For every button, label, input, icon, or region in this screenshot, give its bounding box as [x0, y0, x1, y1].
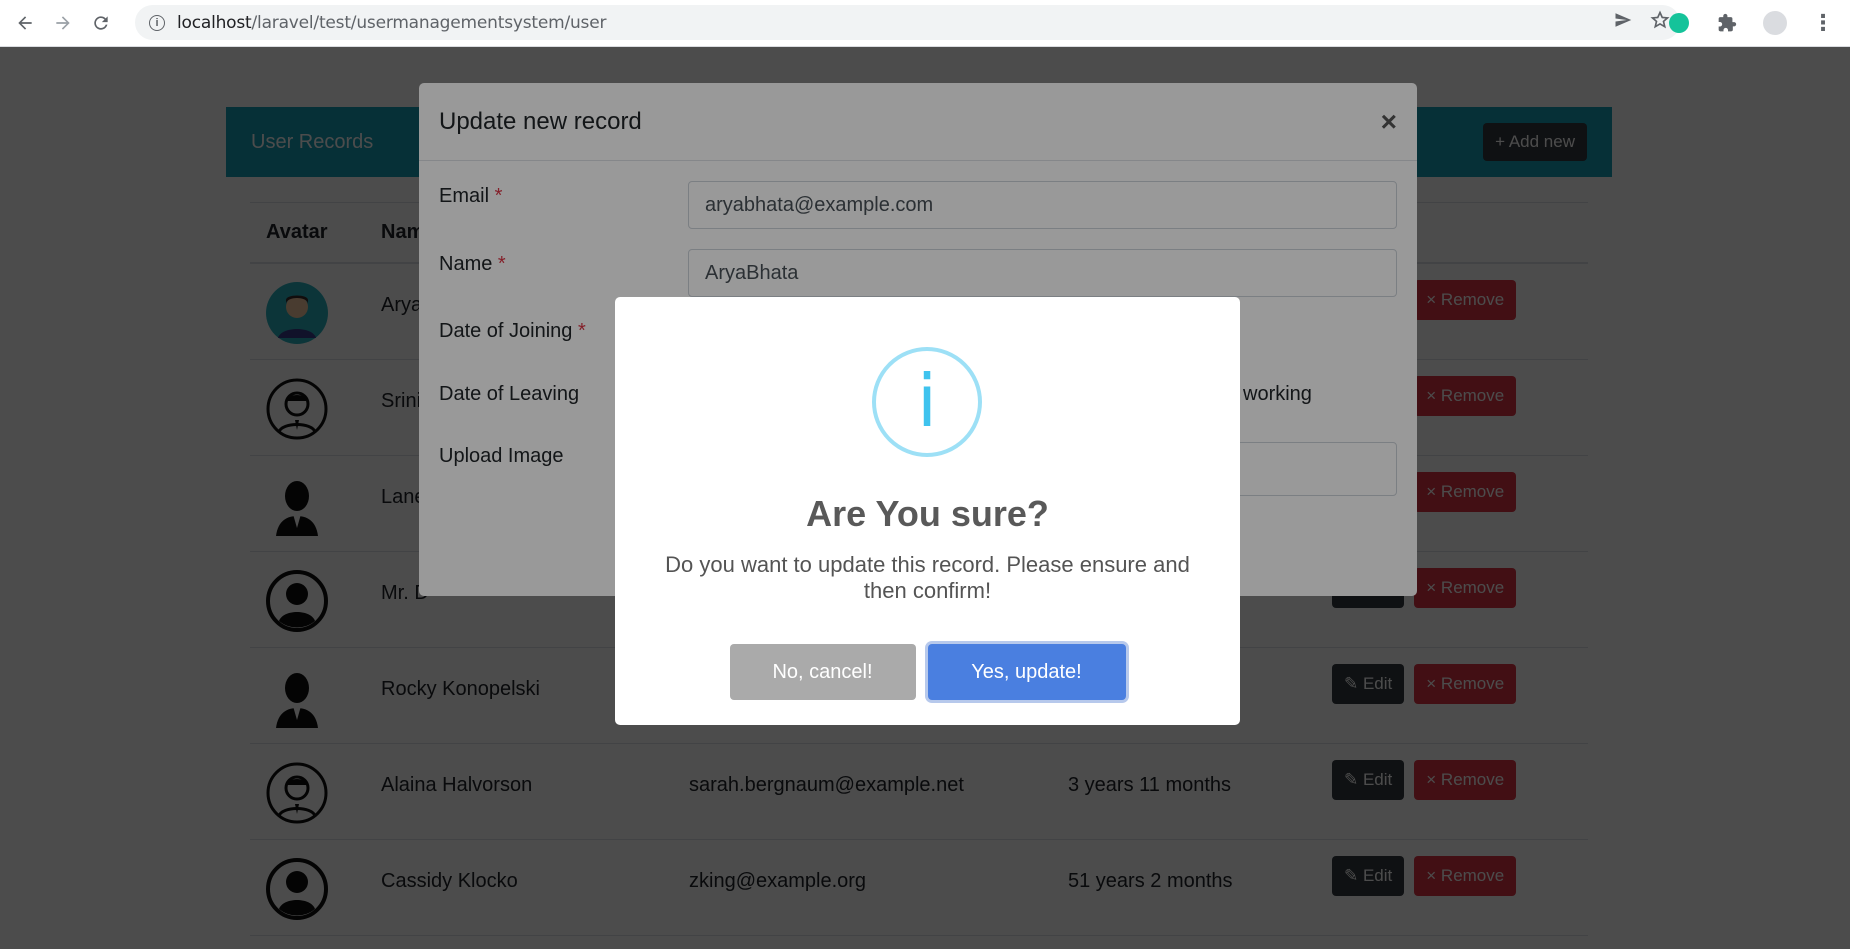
address-bar[interactable]: i localhost/laravel/test/usermanagements… [135, 5, 1680, 40]
puzzle-icon[interactable] [1710, 6, 1744, 40]
dialog-actions: No, cancel! Yes, update! [615, 644, 1240, 700]
url-path: /laravel/test/usermanagementsystem/user [251, 12, 607, 33]
url-host: localhost [177, 12, 252, 33]
forward-icon[interactable] [44, 4, 82, 42]
dialog-title: Are You sure? [806, 493, 1049, 534]
send-icon[interactable] [1614, 11, 1632, 34]
profile-icon[interactable] [1758, 6, 1792, 40]
url-text[interactable]: localhost/laravel/test/usermanagementsys… [177, 13, 606, 33]
reload-icon[interactable] [82, 4, 120, 42]
info-icon[interactable]: i [149, 14, 165, 31]
confirm-update-button[interactable]: Yes, update! [927, 644, 1126, 700]
menu-dots-icon[interactable]: ⋮ [1806, 6, 1840, 40]
confirm-dialog: i Are You sure? Do you want to update th… [615, 297, 1240, 725]
extensions-area: ⋮ [1662, 6, 1840, 40]
info-circle-icon: i [872, 347, 982, 457]
dialog-message: Do you want to update this record. Pleas… [665, 552, 1190, 603]
browser-toolbar: i localhost/laravel/test/usermanagements… [0, 0, 1850, 47]
grammarly-icon[interactable] [1662, 6, 1696, 40]
cancel-button[interactable]: No, cancel! [729, 644, 916, 700]
back-icon[interactable] [6, 4, 44, 42]
